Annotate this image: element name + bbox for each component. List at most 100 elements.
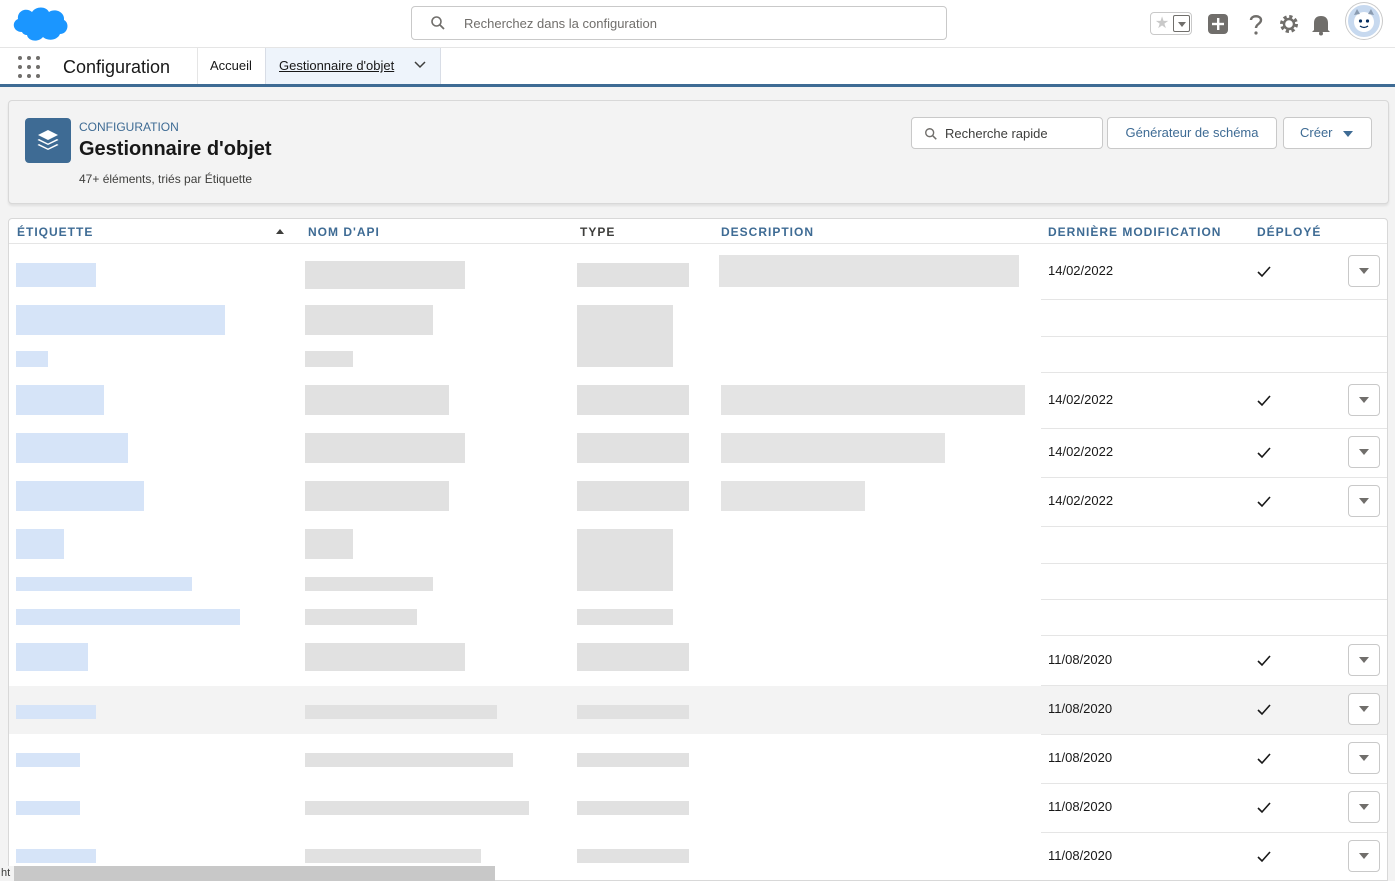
redacted-description bbox=[721, 481, 865, 511]
stack-icon bbox=[25, 118, 71, 163]
caret-down-icon bbox=[1343, 131, 1353, 137]
redacted-type bbox=[577, 609, 673, 625]
redacted-description bbox=[721, 433, 945, 463]
check-icon bbox=[1257, 851, 1271, 863]
redacted-label[interactable] bbox=[16, 385, 104, 415]
row-actions-button[interactable] bbox=[1348, 791, 1380, 823]
redacted-label[interactable] bbox=[16, 643, 88, 671]
redacted-api-name bbox=[305, 577, 433, 591]
tab-home-label: Accueil bbox=[210, 58, 252, 73]
row-divider bbox=[1041, 832, 1387, 833]
redacted-api-name bbox=[305, 305, 433, 335]
redacted-label[interactable] bbox=[16, 263, 96, 287]
check-icon bbox=[1257, 753, 1271, 765]
redacted-api-name bbox=[305, 261, 465, 289]
schema-builder-button[interactable]: Générateur de schéma bbox=[1107, 117, 1277, 149]
sort-ascending-icon[interactable] bbox=[276, 229, 284, 234]
column-header-last-modified[interactable]: DERNIÈRE MODIFICATION bbox=[1048, 225, 1221, 239]
column-header-deployed[interactable]: DÉPLOYÉ bbox=[1257, 225, 1321, 239]
redacted-type bbox=[577, 305, 673, 367]
redacted-label[interactable] bbox=[16, 753, 80, 767]
redacted-label[interactable] bbox=[16, 481, 144, 511]
modified-date: 14/02/2022 bbox=[1048, 444, 1114, 459]
quick-search-placeholder: Recherche rapide bbox=[945, 126, 1048, 141]
browser-status-bar: ht bbox=[0, 866, 495, 881]
row-actions-button[interactable] bbox=[1348, 693, 1380, 725]
modified-date: 11/08/2020 bbox=[1048, 750, 1113, 765]
row-actions-button[interactable] bbox=[1348, 384, 1380, 416]
row-divider bbox=[1041, 526, 1387, 527]
gear-icon[interactable] bbox=[1277, 12, 1301, 36]
redacted-description bbox=[719, 255, 1019, 287]
tab-home[interactable]: Accueil bbox=[197, 48, 265, 84]
redacted-api-name bbox=[305, 643, 465, 671]
setup-search-input[interactable]: Recherchez dans la configuration bbox=[411, 6, 947, 40]
redacted-api-name bbox=[305, 849, 481, 863]
row-actions-button[interactable] bbox=[1348, 485, 1380, 517]
app-navigation-bar: Configuration Accueil Gestionnaire d'obj… bbox=[0, 48, 1395, 87]
add-icon[interactable] bbox=[1206, 12, 1230, 36]
modified-date: 14/02/2022 bbox=[1048, 493, 1114, 508]
redacted-api-name bbox=[305, 385, 449, 415]
column-header-api-name[interactable]: NOM D'API bbox=[308, 225, 380, 239]
redacted-label[interactable] bbox=[16, 705, 96, 719]
column-header-label[interactable]: ÉTIQUETTE bbox=[17, 225, 93, 239]
chevron-down-icon[interactable] bbox=[414, 61, 426, 69]
redacted-label[interactable] bbox=[16, 529, 64, 559]
redacted-label[interactable] bbox=[16, 801, 80, 815]
table-row-highlight bbox=[9, 686, 1387, 734]
app-launcher-icon[interactable] bbox=[18, 56, 40, 78]
modified-date: 11/08/2020 bbox=[1048, 701, 1113, 716]
salesforce-logo[interactable] bbox=[10, 4, 70, 44]
item-count: 47+ éléments, triés par Étiquette bbox=[79, 172, 253, 186]
tab-object-manager-label: Gestionnaire d'objet bbox=[279, 58, 395, 73]
row-divider bbox=[1041, 372, 1387, 373]
redacted-label[interactable] bbox=[16, 351, 48, 367]
row-actions-button[interactable] bbox=[1348, 742, 1380, 774]
star-icon[interactable]: ★ bbox=[1151, 13, 1173, 34]
chevron-down-icon[interactable] bbox=[1173, 15, 1190, 32]
column-header-description[interactable]: DESCRIPTION bbox=[721, 225, 814, 239]
modified-date: 14/02/2022 bbox=[1048, 392, 1114, 407]
redacted-api-name bbox=[305, 609, 417, 625]
column-header-type[interactable]: TYPE bbox=[580, 225, 615, 239]
redacted-api-name bbox=[305, 529, 353, 559]
redacted-type bbox=[577, 433, 689, 463]
avatar[interactable] bbox=[1346, 3, 1382, 39]
redacted-label[interactable] bbox=[16, 609, 240, 625]
redacted-api-name bbox=[305, 351, 353, 367]
quick-search-input[interactable]: Recherche rapide bbox=[911, 117, 1103, 149]
favorites-button[interactable]: ★ bbox=[1150, 12, 1192, 35]
check-icon bbox=[1257, 266, 1271, 278]
tab-object-manager[interactable]: Gestionnaire d'objet bbox=[265, 48, 441, 84]
row-actions-button[interactable] bbox=[1348, 644, 1380, 676]
redacted-label[interactable] bbox=[16, 433, 128, 463]
redacted-api-name bbox=[305, 433, 465, 463]
redacted-api-name bbox=[305, 801, 529, 815]
help-icon[interactable] bbox=[1244, 12, 1268, 36]
redacted-type bbox=[577, 849, 689, 863]
create-button-label: Créer bbox=[1300, 125, 1333, 140]
redacted-type bbox=[577, 529, 673, 591]
redacted-label[interactable] bbox=[16, 305, 225, 335]
row-actions-button[interactable] bbox=[1348, 840, 1380, 872]
row-actions-button[interactable] bbox=[1348, 436, 1380, 468]
modified-date: 11/08/2020 bbox=[1048, 799, 1113, 814]
create-button[interactable]: Créer bbox=[1283, 117, 1372, 149]
row-actions-button[interactable] bbox=[1348, 255, 1380, 287]
bell-icon[interactable] bbox=[1309, 12, 1333, 36]
app-name: Configuration bbox=[63, 57, 171, 77]
header-divider bbox=[9, 243, 1387, 244]
redacted-type bbox=[577, 263, 689, 287]
redacted-type bbox=[577, 753, 689, 767]
redacted-label[interactable] bbox=[16, 577, 192, 591]
redacted-type bbox=[577, 643, 689, 671]
check-icon bbox=[1257, 395, 1271, 407]
redacted-type bbox=[577, 385, 689, 415]
row-divider bbox=[1041, 477, 1387, 478]
search-icon bbox=[431, 16, 445, 30]
check-icon bbox=[1257, 704, 1271, 716]
redacted-label[interactable] bbox=[16, 849, 96, 863]
check-icon bbox=[1257, 447, 1271, 459]
check-icon bbox=[1257, 802, 1271, 814]
